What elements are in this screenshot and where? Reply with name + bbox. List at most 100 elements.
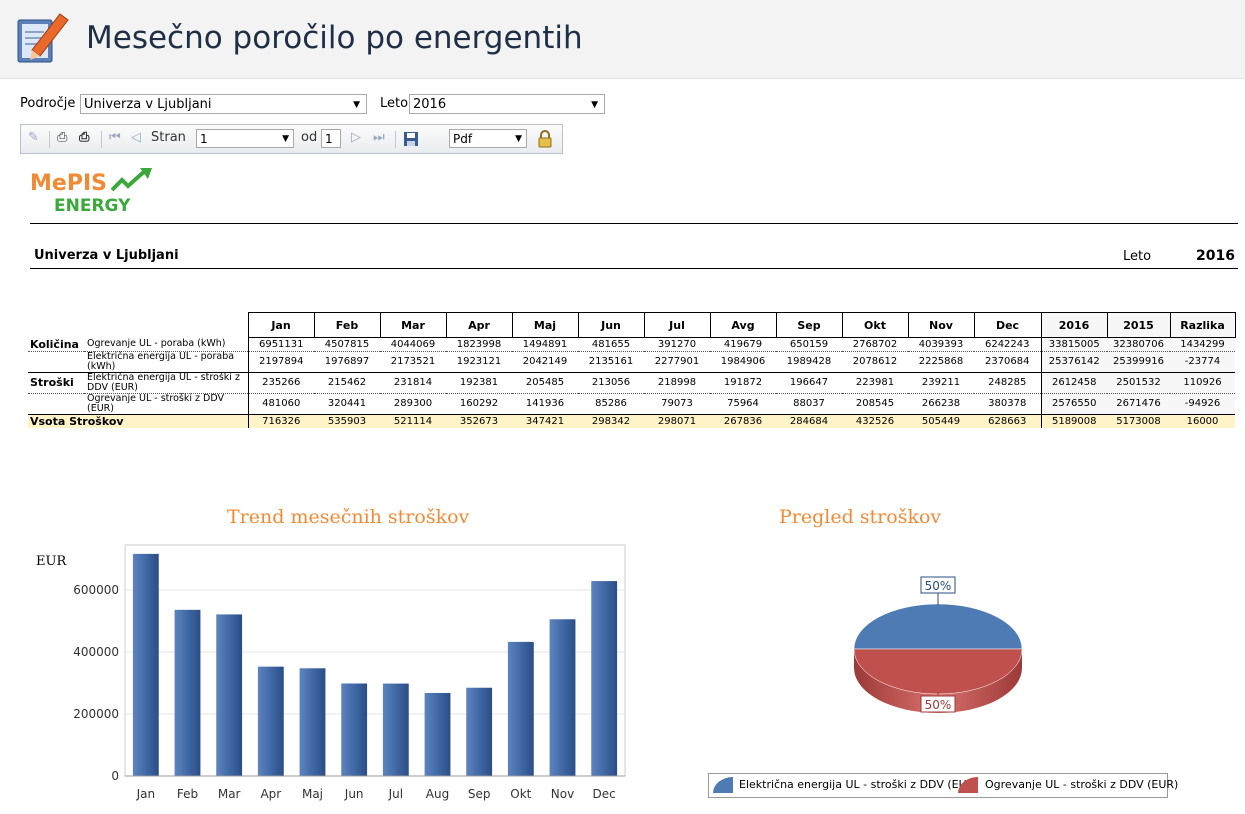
- column-header: Okt: [841, 312, 909, 338]
- table-cell: 2612458: [1040, 372, 1107, 394]
- bar-mar: [216, 614, 243, 776]
- legend-label-electricity: Električna energija UL - stroški z DDV (…: [739, 778, 979, 791]
- column-header: 2016: [1040, 312, 1108, 338]
- table-row: Količina Ogrevanje UL - poraba (kWh) 69511…: [28, 337, 1235, 352]
- table-cell: 88037: [776, 393, 842, 415]
- table-cell: 650159: [776, 337, 842, 352]
- bar-chart-title: Trend mesečnih stroškov: [227, 506, 470, 528]
- total-row: Vsota Stroškov 716326 535903 521114 352673 34…: [28, 414, 1235, 428]
- first-page-icon[interactable]: ⏮: [109, 130, 121, 145]
- bar-feb: [174, 609, 201, 776]
- row-group-label: [28, 393, 84, 415]
- table-cell: 2042149: [512, 351, 578, 373]
- table-cell: 2078612: [842, 351, 908, 373]
- table-cell: 205485: [512, 372, 578, 394]
- x-tick-label: Feb: [177, 787, 198, 801]
- table-cell: 215462: [314, 372, 380, 394]
- table-cell: 79073: [644, 393, 710, 415]
- total-pages-value: 1: [325, 132, 333, 146]
- row-group-label: Količina: [28, 337, 84, 352]
- year-select[interactable]: 2016 ▼: [409, 94, 605, 114]
- print-preview-icon[interactable]: ⎙: [79, 130, 89, 145]
- table-cell: 191872: [710, 372, 776, 394]
- y-tick-label: 0: [111, 769, 119, 783]
- bar-jan: [132, 553, 159, 776]
- total-cell: 298342: [578, 414, 644, 428]
- table-cell: 218998: [644, 372, 710, 394]
- table-cell: 391270: [644, 337, 710, 352]
- toolbar-separator: [49, 131, 50, 148]
- divider: [30, 268, 1238, 269]
- total-cell: 5173008: [1107, 414, 1170, 428]
- table-cell: 239211: [908, 372, 974, 394]
- logo-text-energy: ENERGY: [54, 196, 131, 216]
- total-cell: 628663: [974, 414, 1041, 428]
- bar-sep: [466, 687, 493, 776]
- column-header: Jun: [577, 312, 645, 338]
- table-row: Stroški Električna energija UL - stroški …: [28, 372, 1235, 394]
- toolbar-separator: [395, 131, 396, 148]
- table-cell: 248285: [974, 372, 1041, 394]
- table-cell: 4507815: [314, 337, 380, 352]
- table-cell: 6951131: [247, 337, 314, 352]
- total-cell: 5189008: [1040, 414, 1107, 428]
- table-cell: 481060: [247, 393, 314, 415]
- table-cell: 2225868: [908, 351, 974, 373]
- print-icon[interactable]: ⎙: [57, 130, 67, 145]
- report-year-label: Leto: [1123, 249, 1152, 264]
- column-header: Avg: [709, 312, 777, 338]
- pencil-icon[interactable]: ✎: [28, 130, 39, 145]
- lock-icon[interactable]: [537, 130, 553, 148]
- chevron-down-icon: ▼: [282, 134, 289, 144]
- row-label: Električna energija UL - stroški z DDV (…: [84, 372, 248, 394]
- table-cell: 2173521: [380, 351, 446, 373]
- x-tick-label: Sep: [468, 787, 491, 801]
- previous-page-icon[interactable]: ◁: [131, 130, 141, 145]
- pie-chart-title: Pregled stroškov: [779, 506, 942, 528]
- table-row: Električna energija UL - poraba (kWh) 219…: [28, 351, 1235, 373]
- area-select[interactable]: Univerza v Ljubljani ▼: [80, 94, 367, 114]
- y-tick-label: 600000: [73, 583, 119, 597]
- total-cell: 267836: [710, 414, 776, 428]
- save-icon[interactable]: [403, 131, 419, 147]
- export-format-select[interactable]: Pdf ▼: [449, 129, 527, 148]
- pie-slice-electricity: [853, 603, 1023, 650]
- table-cell: 85286: [578, 393, 644, 415]
- column-header: Jul: [643, 312, 711, 338]
- column-header: Apr: [445, 312, 513, 338]
- page-select[interactable]: 1 ▼: [196, 129, 294, 148]
- table-cell: 4044069: [380, 337, 446, 352]
- table-cell: 2277901: [644, 351, 710, 373]
- table-cell: 1989428: [776, 351, 842, 373]
- row-group-label: [28, 351, 84, 373]
- table-cell: 1434299: [1170, 337, 1235, 352]
- divider: [30, 223, 1238, 224]
- edit-report-icon: [17, 13, 69, 63]
- last-page-icon[interactable]: ⏭: [373, 130, 385, 145]
- row-label: Ogrevanje UL - poraba (kWh): [84, 337, 248, 352]
- y-tick-label: 400000: [73, 645, 119, 659]
- table-cell: 2197894: [247, 351, 314, 373]
- table-cell: 320441: [314, 393, 380, 415]
- report-toolbar: ✎ ⎙ ⎙ ⏮ ◁ Stran 1 ▼ od 1 ▷ ⏭ Pdf ▼: [20, 124, 563, 154]
- total-cell: 432526: [842, 414, 908, 428]
- report-table: Jan Feb Mar Apr Maj Jun Jul Avg Sep Okt …: [28, 312, 1236, 428]
- chevron-down-icon: ▼: [515, 134, 522, 144]
- year-select-value: 2016: [413, 97, 447, 112]
- bar-jul: [382, 683, 409, 776]
- area-select-value: Univerza v Ljubljani: [84, 97, 212, 112]
- column-header: Dec: [973, 312, 1042, 338]
- y-axis-label: EUR: [36, 554, 67, 569]
- table-cell: 2768702: [842, 337, 908, 352]
- x-tick-label: Jun: [344, 787, 364, 801]
- row-group-label: Stroški: [28, 372, 84, 394]
- table-cell: 33815005: [1040, 337, 1107, 352]
- cost-overview-pie-chart: 50% 50%: [853, 576, 1023, 713]
- table-cell: 32380706: [1107, 337, 1170, 352]
- table-cell: 2135161: [578, 351, 644, 373]
- total-cell: 716326: [247, 414, 314, 428]
- next-page-icon[interactable]: ▷: [351, 130, 361, 145]
- row-label: Električna energija UL - poraba (kWh): [84, 351, 248, 373]
- pie-value-label: 50%: [925, 698, 952, 712]
- year-label: Leto: [380, 96, 409, 111]
